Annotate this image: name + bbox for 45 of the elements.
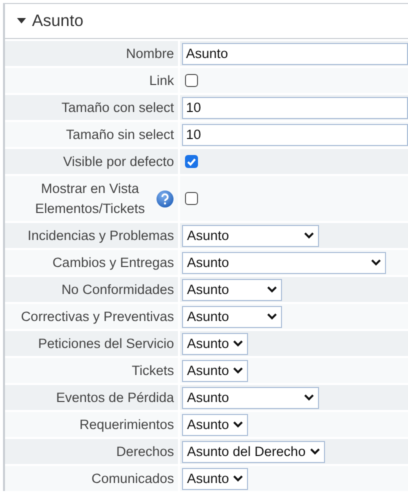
dropdown[interactable]: Asunto <box>182 306 282 328</box>
checkbox[interactable] <box>185 192 198 205</box>
chevron-icon <box>267 313 277 320</box>
text-field[interactable]: Asunto <box>182 42 408 64</box>
field-label: Comunicados <box>91 470 174 488</box>
chevron-icon <box>267 286 277 293</box>
chevron-icon <box>233 340 244 347</box>
field-label: Eventos de Pérdida <box>56 388 174 406</box>
dropdown[interactable]: Asunto <box>182 278 282 300</box>
dropdown[interactable]: Asunto <box>182 468 248 490</box>
field-label: Tamaño sin select <box>66 126 174 144</box>
field-label: Visible por defecto <box>63 152 174 171</box>
field-label: Peticiones del Servicio <box>38 334 174 352</box>
field-label: Tickets <box>132 362 174 380</box>
dropdown[interactable]: Asunto <box>182 414 248 436</box>
chevron-icon <box>233 367 244 374</box>
chevron-icon <box>304 232 314 239</box>
checkbox[interactable] <box>185 155 198 168</box>
chevron-icon <box>233 475 244 482</box>
help-icon[interactable] <box>156 190 174 208</box>
field-label: Mostrar en Vista Elementos/Tickets <box>34 180 146 218</box>
field-label: Tamaño con select <box>61 98 174 116</box>
field-label: Incidencias y Problemas <box>28 226 174 245</box>
dropdown[interactable]: Asunto <box>182 332 248 354</box>
dropdown[interactable]: Asunto <box>182 386 319 408</box>
dropdown[interactable]: Asunto <box>182 360 248 382</box>
field-label: Requerimientos <box>79 416 174 434</box>
dropdown[interactable]: Asunto <box>182 224 319 246</box>
field-label: No Conformidades <box>61 280 174 298</box>
chevron-icon <box>233 421 244 428</box>
chevron-icon <box>304 394 314 401</box>
text-field[interactable]: 10 <box>182 96 408 118</box>
checkbox[interactable] <box>185 74 198 87</box>
dropdown[interactable]: Asunto <box>182 252 386 274</box>
field-label: Link <box>149 72 174 90</box>
text-field[interactable]: 10 <box>182 124 408 146</box>
caret-icon[interactable] <box>17 18 26 24</box>
panel-title: Asunto <box>32 12 84 30</box>
field-label: Cambios y Entregas <box>52 254 174 272</box>
field-label: Nombre <box>126 44 174 62</box>
field-label: Correctivas y Preventivas <box>20 308 174 326</box>
chevron-icon <box>310 448 320 455</box>
chevron-icon <box>371 259 381 266</box>
dropdown[interactable]: Asunto del Derecho <box>182 440 325 462</box>
field-label: Derechos <box>116 442 174 460</box>
